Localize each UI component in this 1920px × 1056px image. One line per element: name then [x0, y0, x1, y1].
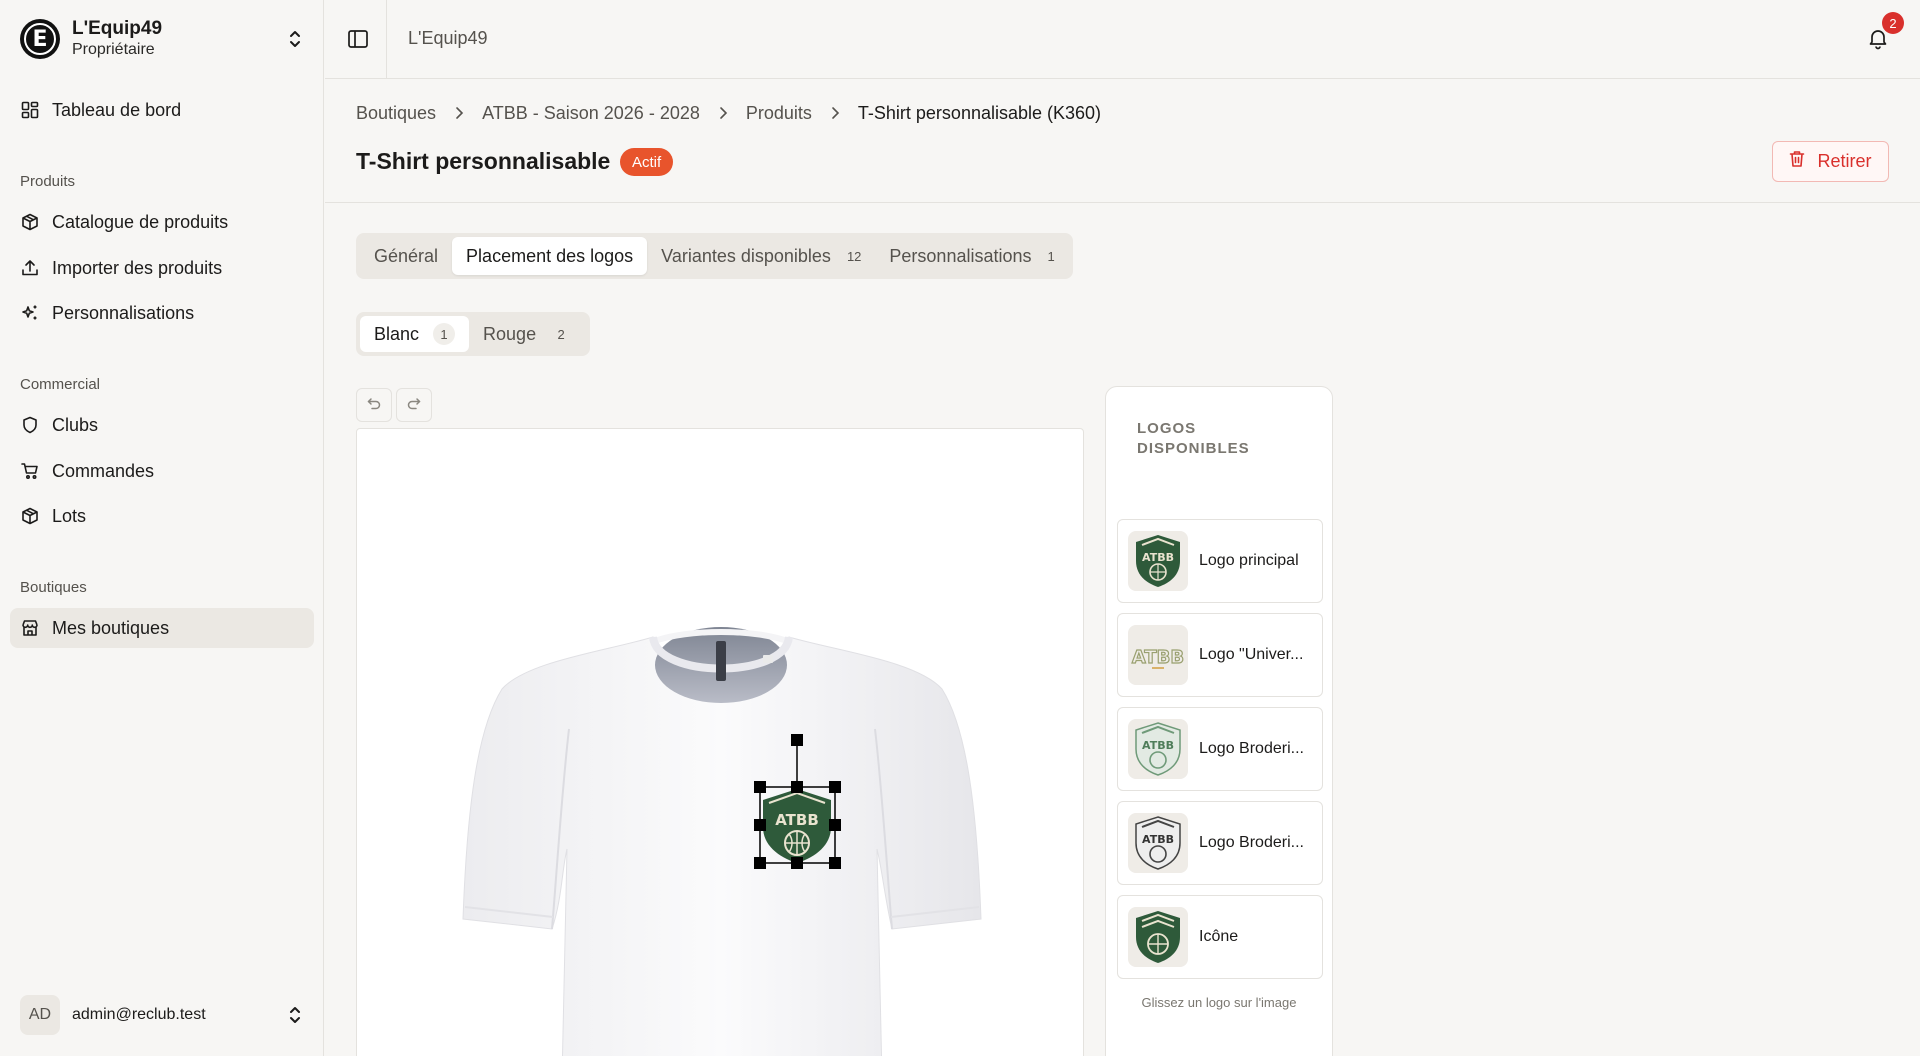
chevron-right-icon [454, 106, 464, 120]
logo-thumbnail: ATBB [1128, 625, 1188, 685]
nav-section-commercial: Commercial [20, 376, 101, 393]
logo-name: Icône [1199, 928, 1239, 945]
svg-text:ATBB: ATBB [1142, 739, 1174, 752]
breadcrumb: Boutiques ATBB - Saison 2026 - 2028 Prod… [356, 102, 1101, 124]
user-email: admin@reclub.test [72, 1006, 206, 1023]
logo-card[interactable]: ATBB Logo principal [1117, 519, 1323, 603]
sidebar-toggle-icon[interactable] [347, 28, 369, 50]
variant-tab-blanc[interactable]: Blanc 1 [360, 316, 470, 352]
nav-personalizations[interactable]: Personnalisations [10, 293, 314, 333]
redo-button[interactable] [396, 388, 432, 422]
box-icon [20, 506, 40, 526]
product-tabs: Général Placement des logos Variantes di… [356, 233, 1073, 279]
page-title: T-Shirt personnalisable [356, 148, 611, 174]
logo-thumbnail: ATBB [1128, 531, 1188, 591]
upload-icon [20, 258, 40, 278]
undo-button[interactable] [356, 388, 392, 422]
chevron-right-icon [830, 106, 840, 120]
color-variant-tabs: Blanc 1 Rouge 2 [356, 312, 591, 356]
remove-button-label: Retirer [1817, 151, 1872, 171]
status-badge: Actif [620, 148, 674, 176]
nav-lots[interactable]: Lots [10, 496, 314, 536]
nav-section-shops: Boutiques [20, 579, 87, 596]
logo-name: Logo Broderi... [1199, 740, 1304, 757]
org-switcher[interactable]: E L'Equip49 Propriétaire [20, 18, 304, 60]
nav-dashboard-label: Tableau de bord [52, 99, 182, 120]
topbar: L'Equip49 2 [325, 0, 1920, 79]
tab-variants[interactable]: Variantes disponibles 12 [647, 237, 875, 275]
nav-clubs-label: Clubs [52, 414, 99, 435]
logos-panel-title: LOGOS DISPONIBLES [1137, 420, 1250, 457]
nav-catalogue-label: Catalogue de produits [52, 211, 229, 232]
logo-card[interactable]: ATBB Logo Broderi... [1117, 707, 1323, 791]
org-logo: E [20, 19, 60, 59]
breadcrumb-current: T-Shirt personnalisable (K360) [857, 102, 1102, 123]
logo-thumbnail [1128, 907, 1188, 967]
svg-text:ATBB: ATBB [1142, 833, 1174, 846]
breadcrumb-item[interactable]: Boutiques [356, 103, 436, 124]
shield-icon [20, 415, 40, 435]
header-divider [325, 202, 1920, 203]
sidebar: E L'Equip49 Propriétaire Tableau de bord… [0, 0, 324, 1056]
org-name: L'Equip49 [72, 18, 163, 39]
package-icon [20, 212, 40, 232]
nav-section-products: Produits [20, 173, 76, 190]
undo-icon [367, 397, 381, 414]
breadcrumb-item[interactable]: Produits [746, 103, 812, 124]
tab-count: 1 [1047, 248, 1055, 264]
nav-catalogue[interactable]: Catalogue de produits [10, 202, 314, 242]
topbar-title: L'Equip49 [408, 28, 488, 48]
store-icon [20, 618, 40, 638]
tab-personalizations[interactable]: Personnalisations 1 [875, 237, 1068, 275]
tshirt-image [462, 627, 982, 1056]
chevrons-up-down-icon [286, 27, 304, 51]
logo-card[interactable]: Icône [1117, 895, 1323, 979]
placement-canvas[interactable]: ATBB [356, 428, 1084, 1056]
logo-card[interactable]: ATBB Logo Broderi... [1117, 801, 1323, 885]
sparkles-icon [20, 303, 40, 323]
user-menu[interactable]: AD admin@reclub.test [20, 994, 304, 1036]
nav-personalizations-label: Personnalisations [52, 302, 195, 323]
redo-icon [407, 397, 421, 414]
available-logos-panel: LOGOS DISPONIBLES ATBB Logo principal AT… [1105, 386, 1333, 1056]
variant-count: 2 [557, 326, 565, 342]
nav-dashboard[interactable]: Tableau de bord [10, 90, 314, 130]
remove-button[interactable]: Retirer [1772, 141, 1889, 182]
logo-name: Logo Broderi... [1199, 834, 1304, 851]
tab-general[interactable]: Général [360, 237, 452, 275]
svg-text:ATBB: ATBB [1132, 647, 1184, 668]
dashboard-icon [20, 100, 40, 120]
logos-hint: Glissez un logo sur l'image [1141, 995, 1297, 1010]
nav-my-shops[interactable]: Mes boutiques [10, 608, 314, 648]
nav-orders-label: Commandes [52, 460, 155, 481]
nav-import[interactable]: Importer des produits [10, 248, 314, 288]
tab-count: 12 [846, 248, 862, 264]
chevron-right-icon [718, 106, 728, 120]
logo-thumbnail: ATBB [1128, 719, 1188, 779]
variant-count: 1 [433, 323, 456, 345]
notification-badge: 2 [1882, 12, 1904, 34]
tab-logo-placement[interactable]: Placement des logos [452, 237, 648, 275]
nav-import-label: Importer des produits [52, 257, 223, 278]
variant-tab-rouge[interactable]: Rouge 2 [469, 316, 586, 352]
cart-icon [20, 461, 40, 481]
nav-clubs[interactable]: Clubs [10, 405, 314, 445]
logo-thumbnail: ATBB [1128, 813, 1188, 873]
trash-icon [1789, 150, 1805, 173]
breadcrumb-item[interactable]: ATBB - Saison 2026 - 2028 [482, 103, 700, 124]
logo-name: Logo "Univer... [1199, 646, 1304, 663]
org-role: Propriétaire [72, 41, 155, 58]
logo-card[interactable]: ATBB Logo "Univer... [1117, 613, 1323, 697]
nav-orders[interactable]: Commandes [10, 451, 314, 491]
avatar: AD [20, 995, 60, 1035]
nav-my-shops-label: Mes boutiques [52, 617, 170, 638]
logo-name: Logo principal [1199, 552, 1299, 569]
chevrons-up-down-icon [286, 1003, 304, 1027]
svg-text:ATBB: ATBB [1142, 551, 1174, 564]
topbar-divider [386, 0, 387, 79]
nav-lots-label: Lots [52, 505, 87, 526]
